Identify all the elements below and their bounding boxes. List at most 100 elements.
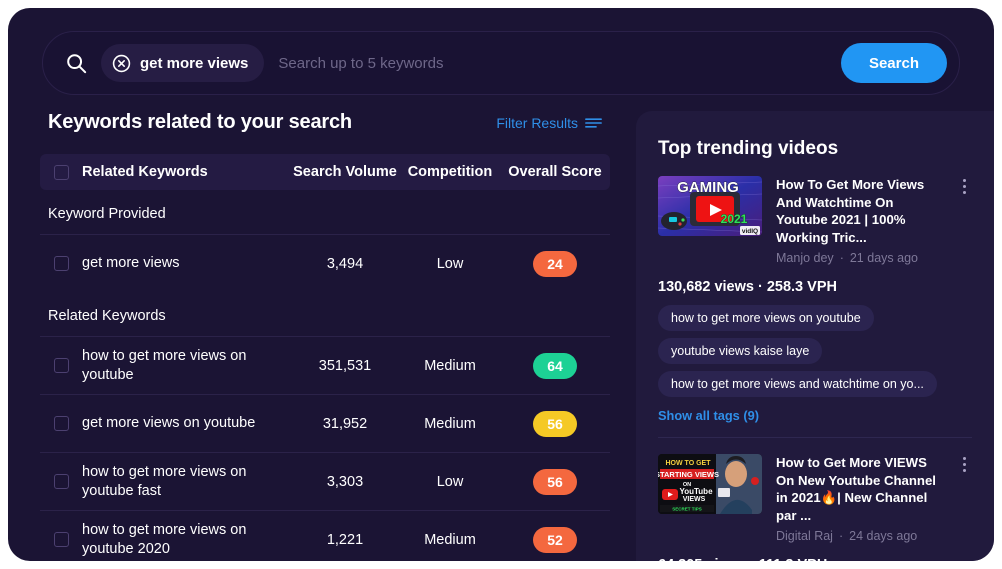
keyword-chip[interactable]: get more views xyxy=(101,44,265,82)
column-header-score[interactable]: Overall Score xyxy=(500,164,610,180)
video-thumbnail[interactable]: HOW TO GET STARTING VIEWS ON YouTube VIEWS SE… xyxy=(658,454,762,515)
video-channel: Manjo dey xyxy=(776,251,834,266)
video-title[interactable]: How to Get More VIEWS On New Youtube Cha… xyxy=(776,454,942,524)
svg-text:HOW TO GET: HOW TO GET xyxy=(666,460,712,467)
video-tag[interactable]: how to get more views and watchtime on y… xyxy=(658,371,937,398)
cell-overall-score: 64 xyxy=(500,352,610,379)
row-checkbox[interactable] xyxy=(53,358,69,373)
select-all-cell[interactable] xyxy=(40,164,82,180)
app-window: get more views Search up to 5 keywords S… xyxy=(8,8,994,561)
cell-search-volume: 3,303 xyxy=(326,473,364,490)
row-checkbox[interactable] xyxy=(53,532,69,547)
row-select-cell[interactable] xyxy=(40,358,82,373)
svg-text:GAMING: GAMING xyxy=(677,179,739,196)
filter-icon xyxy=(585,118,602,128)
video-meta-separator: · xyxy=(838,529,844,544)
cell-keyword: get more views on youtube xyxy=(82,415,256,432)
video-card[interactable]: GAMING 2021 vidIQ How To Get More Views And… xyxy=(658,176,972,437)
video-tag-list: how to get more views on youtube youtube … xyxy=(658,305,972,398)
video-channel-and-age: Digital Raj · 24 days ago xyxy=(776,529,942,543)
filter-results-label: Filter Results xyxy=(496,115,578,131)
video-title[interactable]: How To Get More Views And Watchtime On Y… xyxy=(776,176,942,246)
video-thumbnail[interactable]: GAMING 2021 vidIQ xyxy=(658,176,762,236)
cell-competition: Low xyxy=(436,255,464,272)
video-tag[interactable]: youtube views kaise laye xyxy=(658,338,823,365)
select-all-checkbox[interactable] xyxy=(53,164,69,180)
video-stats: 64,305 views · 111.3 VPH xyxy=(658,557,972,561)
video-card[interactable]: HOW TO GET STARTING VIEWS ON YouTube VIEWS SE… xyxy=(658,437,972,561)
table-row[interactable]: how to get more views on youtube 351,531 M… xyxy=(40,336,610,394)
row-checkbox[interactable] xyxy=(53,256,69,271)
column-header-keyword[interactable]: Related Keywords xyxy=(82,164,290,180)
video-meta: How To Get More Views And Watchtime On Y… xyxy=(776,176,942,265)
trending-videos-panel: Top trending videos GAMING 2021 vidIQ How T… xyxy=(636,111,994,561)
row-checkbox[interactable] xyxy=(53,416,69,431)
cell-keyword: get more views xyxy=(82,255,180,272)
row-select-cell[interactable] xyxy=(40,256,82,271)
table-row[interactable]: how to get more views on youtube 2020 1,2… xyxy=(40,510,610,561)
row-select-cell[interactable] xyxy=(40,474,82,489)
video-card-top: GAMING 2021 vidIQ How To Get More Views And… xyxy=(658,176,972,265)
cell-competition: Medium xyxy=(424,531,476,548)
video-age: 21 days ago xyxy=(849,251,918,266)
score-badge: 24 xyxy=(533,250,577,277)
cell-competition: Medium xyxy=(424,415,476,432)
cell-search-volume: 351,531 xyxy=(318,357,372,374)
svg-text:2021: 2021 xyxy=(721,212,748,226)
video-card-top: HOW TO GET STARTING VIEWS ON YouTube VIEWS SE… xyxy=(658,454,972,543)
svg-text:VIEWS: VIEWS xyxy=(683,496,706,503)
cell-search-volume: 31,952 xyxy=(322,415,368,432)
video-channel: Digital Raj xyxy=(776,529,833,544)
video-options-menu-icon[interactable] xyxy=(956,454,972,543)
cell-competition: Low xyxy=(436,473,464,490)
svg-text:STARTING VIEWS: STARTING VIEWS xyxy=(658,470,719,479)
column-header-volume[interactable]: Search Volume xyxy=(290,164,400,180)
score-badge: 64 xyxy=(533,352,577,379)
video-meta-separator: · xyxy=(839,251,844,266)
keywords-panel-header: Keywords related to your search Filter R… xyxy=(40,111,610,134)
keywords-panel: Keywords related to your search Filter R… xyxy=(40,111,610,561)
cell-overall-score: 24 xyxy=(500,250,610,277)
video-channel-and-age: Manjo dey · 21 days ago xyxy=(776,251,942,265)
close-circle-icon[interactable] xyxy=(112,54,131,73)
video-options-menu-icon[interactable] xyxy=(956,176,972,265)
show-all-tags-link[interactable]: Show all tags (9) xyxy=(658,408,972,423)
cell-overall-score: 56 xyxy=(500,468,610,495)
trending-videos-list: GAMING 2021 vidIQ How To Get More Views And… xyxy=(658,176,972,561)
table-row[interactable]: get more views on youtube 31,952 Medium 56 xyxy=(40,394,610,452)
keyword-chip-label: get more views xyxy=(140,54,249,72)
cell-search-volume: 1,221 xyxy=(326,531,364,548)
score-badge: 52 xyxy=(533,526,577,553)
cell-competition: Medium xyxy=(424,357,476,374)
video-meta: How to Get More VIEWS On New Youtube Cha… xyxy=(776,454,942,543)
table-header-row: Related Keywords Search Volume Competiti… xyxy=(40,154,610,190)
search-button[interactable]: Search xyxy=(840,43,947,83)
row-select-cell[interactable] xyxy=(40,532,82,547)
svg-text:YouTube: YouTube xyxy=(679,487,713,496)
column-header-competition[interactable]: Competition xyxy=(400,164,500,180)
svg-text:SECRET TIPS: SECRET TIPS xyxy=(672,507,702,512)
search-bar[interactable]: get more views Search up to 5 keywords S… xyxy=(42,31,960,95)
row-checkbox[interactable] xyxy=(53,474,69,489)
keyword-groups: Keyword Provided get more views 3,494 Low 24… xyxy=(40,190,610,561)
filter-results-button[interactable]: Filter Results xyxy=(496,115,602,131)
video-tag[interactable]: how to get more views on youtube xyxy=(658,305,874,332)
page-title: Keywords related to your search xyxy=(48,111,352,133)
score-badge: 56 xyxy=(533,468,577,495)
cell-keyword: how to get more views on youtube 2020 xyxy=(82,521,247,557)
cell-search-volume: 3,494 xyxy=(326,255,364,272)
table-row[interactable]: get more views 3,494 Low 24 xyxy=(40,234,610,292)
table-row[interactable]: how to get more views on youtube fast 3,3… xyxy=(40,452,610,510)
search-icon[interactable] xyxy=(65,52,87,74)
cell-keyword: how to get more views on youtube fast xyxy=(82,463,247,499)
keyword-group-label: Related Keywords xyxy=(48,308,166,324)
svg-text:vidIQ: vidIQ xyxy=(742,228,758,235)
score-badge: 56 xyxy=(533,410,577,437)
search-input-placeholder[interactable]: Search up to 5 keywords xyxy=(278,55,841,72)
video-age: 24 days ago xyxy=(849,529,918,544)
trending-videos-title: Top trending videos xyxy=(658,138,839,159)
keyword-group-label: Keyword Provided xyxy=(48,206,166,222)
cell-keyword: how to get more views on youtube xyxy=(82,347,247,383)
cell-overall-score: 52 xyxy=(500,526,610,553)
row-select-cell[interactable] xyxy=(40,416,82,431)
